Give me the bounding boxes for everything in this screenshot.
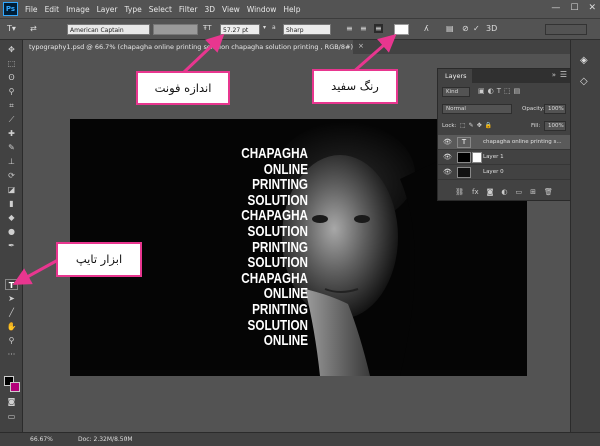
type-tool-callout: ابزار تایپ xyxy=(56,242,142,277)
annotation-arrows xyxy=(12,33,397,285)
font-size-arrow xyxy=(181,33,225,75)
font-size-callout: اندازه فونت xyxy=(136,71,230,105)
white-color-callout: رنگ سفید xyxy=(312,69,398,104)
color-arrow xyxy=(351,34,397,75)
type-tool-arrow xyxy=(12,258,59,285)
